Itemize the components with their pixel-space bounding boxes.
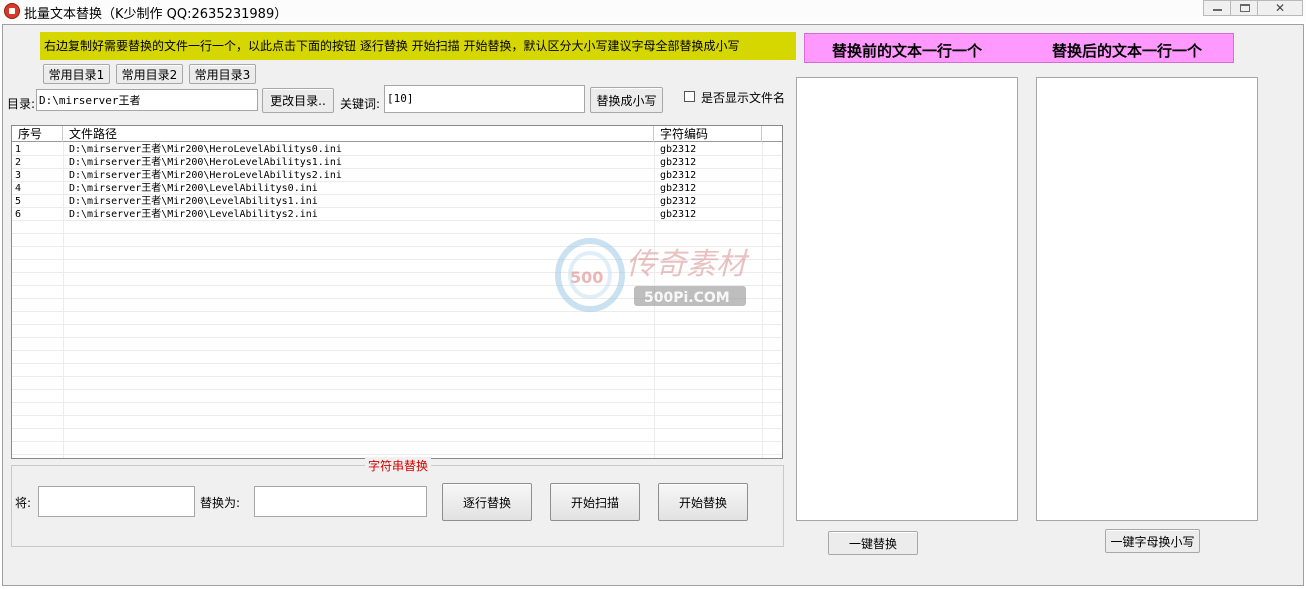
window-title: 批量文本替换（K少制作 QQ:2635231989） — [24, 7, 288, 22]
to-lowercase-button[interactable]: 替换成小写 — [590, 87, 663, 113]
after-text-header: 替换后的文本一行一个 — [1052, 42, 1203, 60]
maximize-button[interactable] — [1230, 0, 1258, 16]
before-text-header: 替换前的文本一行一个 — [832, 42, 983, 60]
main-window: 右边复制好需要替换的文件一行一个，以此点击下面的按钮 逐行替换 开始扫描 开始替… — [2, 24, 1304, 586]
line-replace-button[interactable]: 逐行替换 — [442, 483, 532, 521]
column-header-encoding[interactable]: 字符编码 — [654, 126, 762, 142]
dir-input[interactable]: D:\mirserver王者 — [36, 89, 258, 111]
close-button[interactable]: ✕ — [1257, 0, 1303, 16]
cell-index: 6 — [15, 209, 22, 220]
keyword-label: 关键词: — [340, 97, 381, 111]
one-click-replace-button[interactable]: 一键替换 — [828, 531, 918, 555]
cell-path: D:\mirserver王者\Mir200\HeroLevelAbilitys0… — [69, 144, 342, 155]
cell-encoding: gb2312 — [660, 170, 697, 181]
preset-dir-3-button[interactable]: 常用目录3 — [189, 64, 256, 84]
title-bar: 批量文本替换（K少制作 QQ:2635231989） ✕ — [0, 0, 1306, 22]
preset-dir-2-button[interactable]: 常用目录2 — [116, 64, 183, 84]
window-controls: ✕ — [1203, 0, 1303, 16]
table-row — [12, 403, 782, 416]
replace-from-label: 将: — [15, 496, 32, 510]
text-panels-header: 替换前的文本一行一个 替换后的文本一行一个 — [804, 33, 1234, 63]
table-row — [12, 442, 782, 455]
table-row[interactable]: 3 D:\mirserver王者\Mir200\HeroLevelAbilitys… — [12, 169, 782, 182]
cell-encoding: gb2312 — [660, 183, 697, 194]
cell-encoding: gb2312 — [660, 144, 697, 155]
one-click-lowercase-button[interactable]: 一键字母换小写 — [1105, 529, 1200, 553]
cell-path: D:\mirserver王者\Mir200\LevelAbilitys0.ini — [69, 183, 318, 194]
table-row — [12, 351, 782, 364]
cell-encoding: gb2312 — [660, 157, 697, 168]
table-row — [12, 377, 782, 390]
cell-encoding: gb2312 — [660, 209, 697, 220]
cell-index: 3 — [15, 170, 22, 181]
after-text-area[interactable] — [1036, 77, 1258, 521]
cell-path: D:\mirserver王者\Mir200\HeroLevelAbilitys1… — [69, 157, 342, 168]
watermark-site-text: 500Pi.COM — [644, 290, 730, 306]
column-header-index[interactable]: 序号 — [12, 126, 63, 142]
minimize-button[interactable] — [1203, 0, 1231, 16]
show-filename-checkbox[interactable] — [684, 91, 695, 102]
show-filename-label: 是否显示文件名 — [701, 91, 786, 105]
table-row — [12, 429, 782, 442]
maximize-icon — [1240, 4, 1250, 12]
table-row[interactable]: 4 D:\mirserver王者\Mir200\LevelAbilitys0.in… — [12, 182, 782, 195]
table-row — [12, 338, 782, 351]
cell-index: 4 — [15, 183, 22, 194]
file-list-header: 序号 文件路径 字符编码 — [12, 126, 782, 142]
change-dir-button[interactable]: 更改目录.. — [262, 88, 334, 113]
instruction-banner: 右边复制好需要替换的文件一行一个，以此点击下面的按钮 逐行替换 开始扫描 开始替… — [40, 32, 796, 60]
watermark-logo: 500 传奇素材 500Pi.COM — [548, 230, 763, 320]
table-row[interactable]: 6 D:\mirserver王者\Mir200\LevelAbilitys2.in… — [12, 208, 782, 221]
replace-to-label: 替换为: — [200, 496, 241, 510]
close-icon: ✕ — [1275, 1, 1286, 15]
start-replace-button[interactable]: 开始替换 — [658, 483, 748, 521]
cell-index: 1 — [15, 144, 22, 155]
cell-path: D:\mirserver王者\Mir200\LevelAbilitys1.ini — [69, 196, 318, 207]
preset-dir-1-button[interactable]: 常用目录1 — [43, 64, 110, 84]
table-row — [12, 325, 782, 338]
table-row — [12, 416, 782, 429]
cell-path: D:\mirserver王者\Mir200\LevelAbilitys2.ini — [69, 209, 318, 220]
before-text-area[interactable] — [796, 77, 1018, 521]
column-divider — [63, 142, 64, 458]
table-row — [12, 364, 782, 377]
watermark-badge-text: 500 — [570, 268, 603, 287]
table-row — [12, 390, 782, 403]
cell-index: 5 — [15, 196, 22, 207]
replace-from-input[interactable] — [38, 486, 195, 517]
watermark-brand-text: 传奇素材 — [626, 247, 750, 282]
table-row[interactable]: 2 D:\mirserver王者\Mir200\HeroLevelAbilitys… — [12, 156, 782, 169]
cell-path: D:\mirserver王者\Mir200\HeroLevelAbilitys2… — [69, 170, 342, 181]
watermark-graphic: 500 传奇素材 500Pi.COM — [555, 238, 750, 312]
start-scan-button[interactable]: 开始扫描 — [550, 483, 640, 521]
keyword-input[interactable]: [10] — [384, 85, 585, 113]
replace-to-input[interactable] — [254, 486, 427, 517]
column-header-path[interactable]: 文件路径 — [63, 126, 654, 142]
table-row[interactable]: 1 D:\mirserver王者\Mir200\HeroLevelAbilitys… — [12, 143, 782, 156]
cell-index: 2 — [15, 157, 22, 168]
string-replace-group-title: 字符串替换 — [365, 457, 432, 474]
table-row[interactable]: 5 D:\mirserver王者\Mir200\LevelAbilitys1.in… — [12, 195, 782, 208]
minimize-icon — [1213, 9, 1222, 11]
dir-label: 目录: — [7, 97, 36, 111]
app-icon — [4, 3, 20, 19]
cell-encoding: gb2312 — [660, 196, 697, 207]
